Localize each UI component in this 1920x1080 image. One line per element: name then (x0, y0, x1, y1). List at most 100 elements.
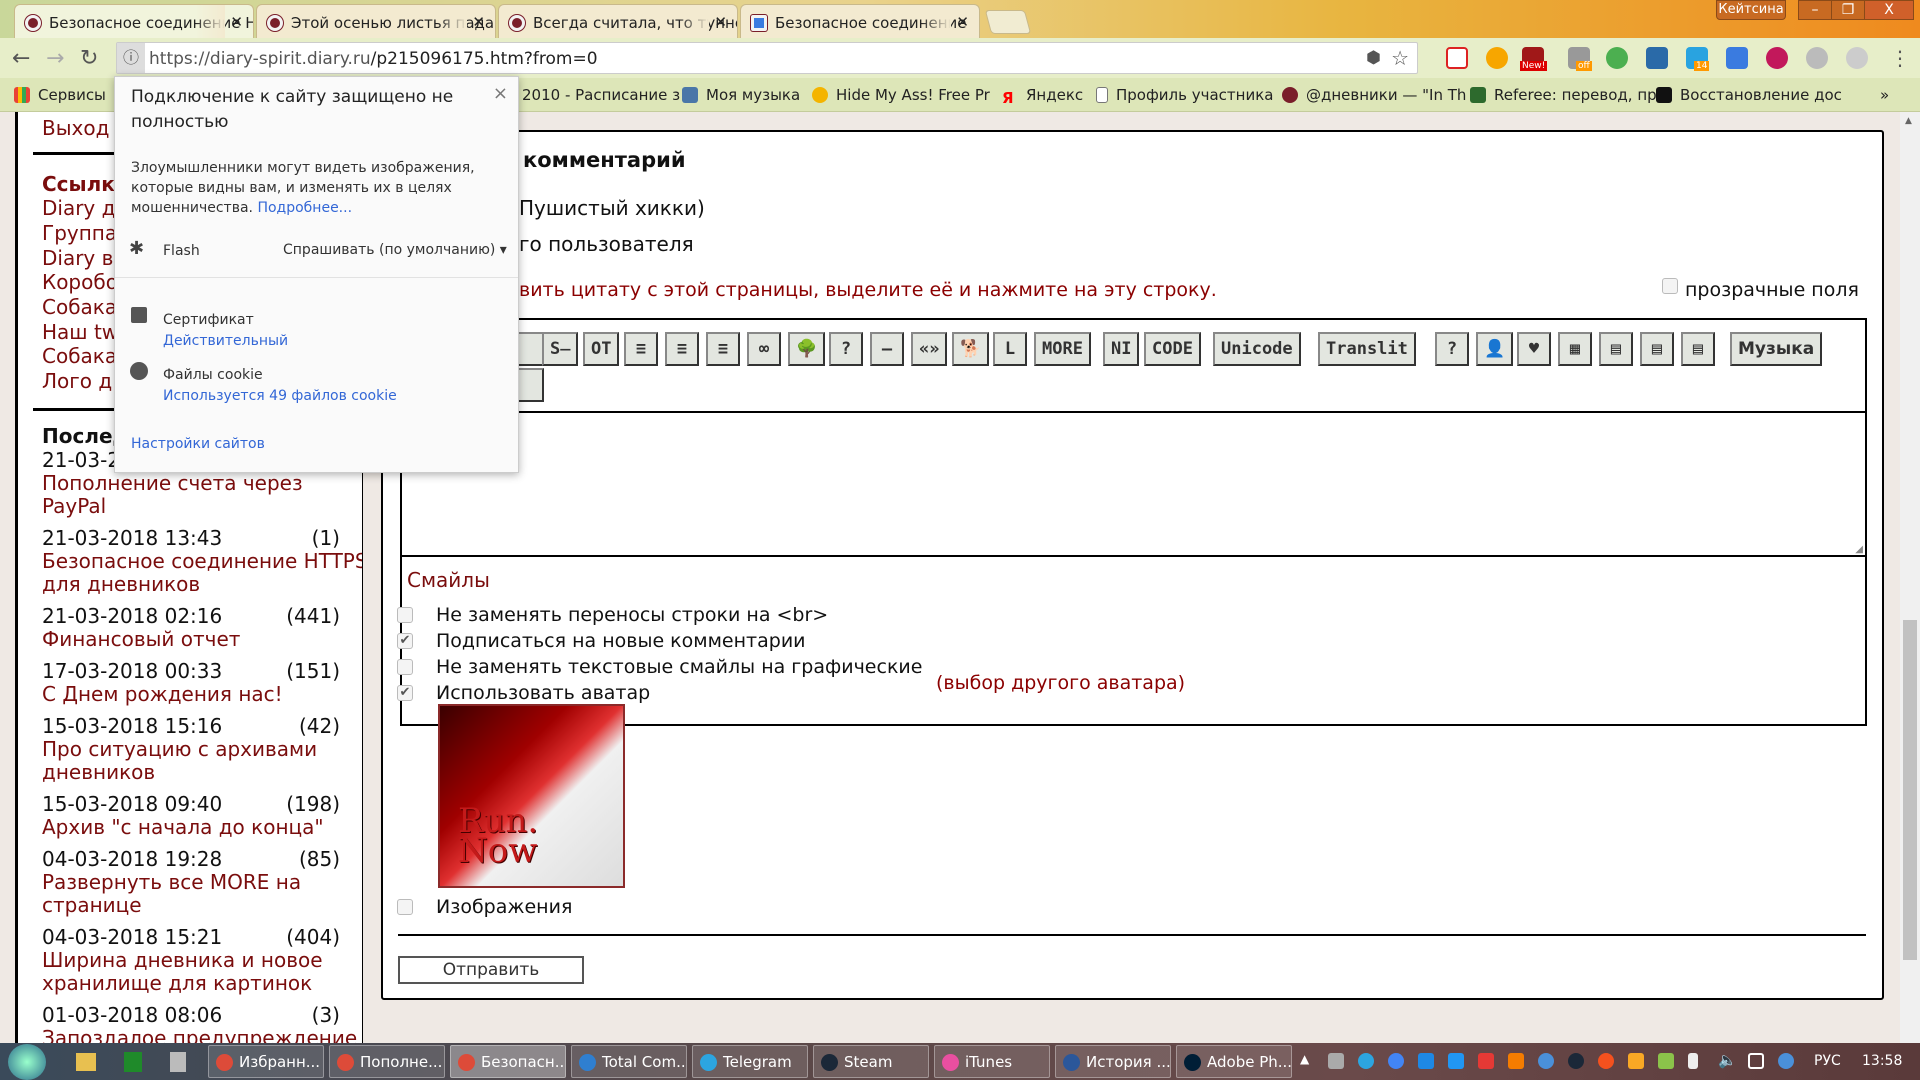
more-bookmarks-button[interactable]: » (1880, 86, 1889, 104)
transparent-fields-checkbox[interactable] (1662, 278, 1678, 294)
post-link[interactable]: Пополнение счета через (42, 471, 303, 495)
toolbar-button[interactable]: NI (1103, 332, 1140, 366)
option-checkbox[interactable]: ✔ (397, 633, 413, 649)
cookies-link[interactable]: Используется 49 файлов cookie (163, 388, 397, 404)
post-link[interactable]: дневников (42, 760, 155, 784)
bookmark[interactable]: Профиль участника (1096, 86, 1273, 104)
post-link[interactable]: Про ситуацию с архивами (42, 737, 317, 761)
toolbar-button[interactable]: ∞ (747, 332, 781, 366)
send-button[interactable]: Отправить (398, 956, 584, 984)
minimize-button[interactable]: – (1798, 0, 1832, 20)
bookmark[interactable]: Восстановление дос (1656, 86, 1842, 104)
post-link[interactable]: Архив "с начала до конца" (42, 815, 324, 839)
flash-select[interactable]: Спрашивать (по умолчанию) ▾ (283, 242, 507, 258)
new-tab-button[interactable] (984, 10, 1032, 34)
taskbar-item[interactable]: Adobe Ph... (1176, 1045, 1292, 1078)
explorer-icon[interactable] (76, 1053, 96, 1071)
restore-button[interactable]: ❐ (1831, 0, 1865, 20)
extension-icon[interactable] (1846, 47, 1868, 69)
language-indicator[interactable]: РУС (1814, 1053, 1841, 1069)
taskbar-item[interactable]: История ... (1055, 1045, 1171, 1078)
toolbar-button[interactable]: ≡ (665, 332, 699, 366)
toolbar-button[interactable]: ▤ (1640, 332, 1674, 366)
menu-icon[interactable]: ⋮ (1890, 46, 1910, 70)
quote-hint-link[interactable]: вить цитату с этой страницы, выделите её… (519, 279, 1217, 301)
app-icon[interactable] (170, 1052, 186, 1072)
taskbar-item[interactable]: Избранн... (208, 1045, 324, 1078)
address-bar[interactable]: ⓘ https://diary-spirit.diary.ru/p2150961… (116, 42, 1418, 74)
post-link[interactable]: Запоздалое предупреждение (42, 1026, 357, 1043)
flash-blocked-icon[interactable]: ⬢ (1366, 48, 1381, 68)
scrollbar-thumb[interactable] (1903, 620, 1917, 960)
toolbar-button[interactable]: 🌳 (788, 332, 826, 366)
toolbar-button[interactable]: OT (583, 332, 620, 366)
toolbar-button[interactable]: ? (1435, 332, 1469, 366)
post-link[interactable]: Ширина дневника и новое (42, 948, 323, 972)
toolbar-button[interactable]: ▦ (1558, 332, 1592, 366)
info-icon[interactable]: ⓘ (117, 43, 145, 73)
player-extension-icon[interactable] (1766, 47, 1788, 69)
taskbar-item[interactable]: iTunes (934, 1045, 1050, 1078)
post-link[interactable]: хранилище для картинок (42, 971, 312, 995)
profile-button[interactable]: Кейтсина (1716, 0, 1786, 20)
back-icon[interactable]: ← (12, 46, 30, 71)
toolbar-button[interactable]: Unicode (1213, 332, 1301, 366)
close-tab-icon[interactable]: ✕ (230, 13, 243, 31)
taskbar-item[interactable]: Telegram (692, 1045, 808, 1078)
sidebar-link[interactable]: Наш twi (42, 320, 124, 344)
volume-icon[interactable]: 🔈 (1718, 1051, 1737, 1069)
reload-icon[interactable]: ↻ (80, 46, 98, 71)
post-link[interactable]: Финансовый отчет (42, 627, 240, 651)
tray-icon[interactable] (1658, 1053, 1674, 1069)
tray-icon[interactable] (1418, 1053, 1434, 1069)
clock[interactable]: 13:58 (1862, 1053, 1902, 1069)
sidebar-link[interactable]: Собака (42, 344, 117, 368)
close-window-button[interactable]: X (1864, 0, 1914, 20)
choose-avatar-link[interactable]: (выбор другого аватара) (936, 672, 1185, 694)
bookmark-services[interactable]: Сервисы (14, 86, 106, 104)
sidebar-link[interactable]: Diary в (42, 246, 113, 270)
taskbar-item[interactable]: Steam (813, 1045, 929, 1078)
bookmark[interactable]: 2010 - Расписание з (522, 86, 680, 104)
extension-icon[interactable] (1646, 47, 1668, 69)
tray-icon[interactable] (1508, 1053, 1524, 1069)
skype-extension-icon[interactable]: 14 (1686, 47, 1710, 71)
toolbar-button[interactable]: ♥ (1517, 332, 1551, 366)
bookmark[interactable]: Referee: перевод, пр (1470, 86, 1657, 104)
bookmark-star-icon[interactable]: ☆ (1391, 46, 1409, 70)
news-extension-icon[interactable]: New! (1520, 47, 1548, 71)
adblock-extension-icon[interactable]: off (1568, 47, 1592, 71)
toolbar-button[interactable]: ≡ (706, 332, 740, 366)
toolbar-button[interactable]: CODE (1144, 332, 1201, 366)
toolbar-button[interactable]: ≡ (624, 332, 658, 366)
start-button[interactable] (8, 1044, 46, 1080)
post-link[interactable]: Развернуть все MORE на (42, 870, 301, 894)
toolbar-button[interactable]: Translit (1318, 332, 1416, 366)
extension-icon[interactable] (1726, 47, 1748, 69)
close-tab-icon[interactable]: ✕ (714, 13, 727, 31)
option-checkbox[interactable] (397, 659, 413, 675)
sidebar-link[interactable]: Собака (42, 295, 117, 319)
odnoklassniki-extension-icon[interactable] (1486, 47, 1508, 69)
page-scrollbar[interactable]: ▲ (1900, 112, 1920, 1043)
tab-4[interactable]: Безопасное соединение ✕ (740, 4, 980, 38)
toolbar-button[interactable]: S̶ (542, 332, 579, 366)
sidebar-link[interactable]: Лого дн (42, 369, 125, 393)
resize-handle-icon[interactable]: ◢ (1855, 544, 1863, 555)
bookmark[interactable]: @дневники — "In Th (1282, 86, 1466, 104)
bookmark[interactable]: Hide My Ass! Free Pr (812, 86, 990, 104)
toolbar-button[interactable]: 👤 (1476, 332, 1514, 366)
sidebar-link[interactable]: Группа (42, 221, 117, 245)
forward-icon[interactable]: → (46, 46, 64, 71)
tray-icon[interactable] (1628, 1053, 1644, 1069)
option-checkbox[interactable] (397, 607, 413, 623)
url-text[interactable]: https://diary-spirit.diary.ru/p215096175… (149, 49, 598, 69)
post-link[interactable]: Безопасное соединение HTTPS (42, 549, 362, 573)
images-checkbox[interactable] (397, 899, 413, 915)
taskbar-item[interactable]: Пополне... (329, 1045, 445, 1078)
tray-icon[interactable] (1478, 1053, 1494, 1069)
bookmark[interactable]: Я Яндекс (1002, 86, 1083, 107)
option-checkbox[interactable]: ✔ (397, 685, 413, 701)
toolbar-button[interactable]: ▤ (1681, 332, 1715, 366)
tray-icon[interactable] (1598, 1053, 1614, 1069)
